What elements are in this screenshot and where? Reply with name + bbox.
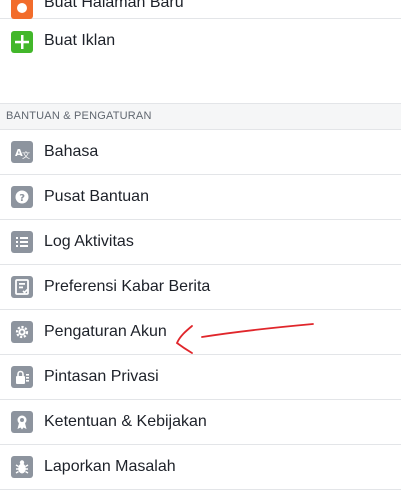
menu-item-label: Pusat Bantuan [44, 188, 149, 205]
gear-icon [11, 321, 33, 343]
menu-item-label: Buat Halaman Baru [44, 0, 184, 11]
menu-item-label: Bahasa [44, 143, 99, 160]
menu-item-report-problem[interactable]: Laporkan Masalah [0, 445, 401, 490]
menu-item-label: Laporkan Masalah [44, 458, 176, 475]
menu-item-help-center[interactable]: ? Pusat Bantuan [0, 175, 401, 220]
menu-item-label: Pengaturan Akun [44, 323, 167, 340]
menu-item-terms-policies[interactable]: Ketentuan & Kebijakan [0, 400, 401, 445]
language-icon: A文 [11, 141, 33, 163]
menu-item-account-settings[interactable]: Pengaturan Akun [0, 310, 401, 355]
menu-item-privacy-shortcuts[interactable]: Pintasan Privasi [0, 355, 401, 400]
menu-item-news-feed-preferences[interactable]: Preferensi Kabar Berita [0, 265, 401, 310]
badge-icon [11, 411, 33, 433]
section-header: BANTUAN & PENGATURAN [0, 103, 401, 130]
menu-item-create-ad[interactable]: Buat Iklan [0, 20, 401, 65]
menu-item-label: Buat Iklan [44, 32, 116, 49]
svg-text:文: 文 [22, 150, 30, 160]
menu-item-label: Ketentuan & Kebijakan [44, 413, 207, 430]
menu-item-label: Pintasan Privasi [44, 368, 159, 385]
menu-item-label: Log Aktivitas [44, 233, 134, 250]
plus-icon [11, 31, 33, 53]
svg-text:?: ? [19, 193, 25, 204]
list-icon [11, 231, 33, 253]
menu-item-language[interactable]: A文 Bahasa [0, 130, 401, 175]
bug-icon [11, 456, 33, 478]
section-header-label: BANTUAN & PENGATURAN [6, 110, 152, 122]
menu-item-activity-log[interactable]: Log Aktivitas [0, 220, 401, 265]
flag-icon [11, 0, 33, 19]
lock-icon [11, 366, 33, 388]
menu-item-create-page[interactable]: Buat Halaman Baru [0, 0, 401, 19]
news-feed-icon [11, 276, 33, 298]
help-icon: ? [11, 186, 33, 208]
menu-item-label: Preferensi Kabar Berita [44, 278, 211, 295]
